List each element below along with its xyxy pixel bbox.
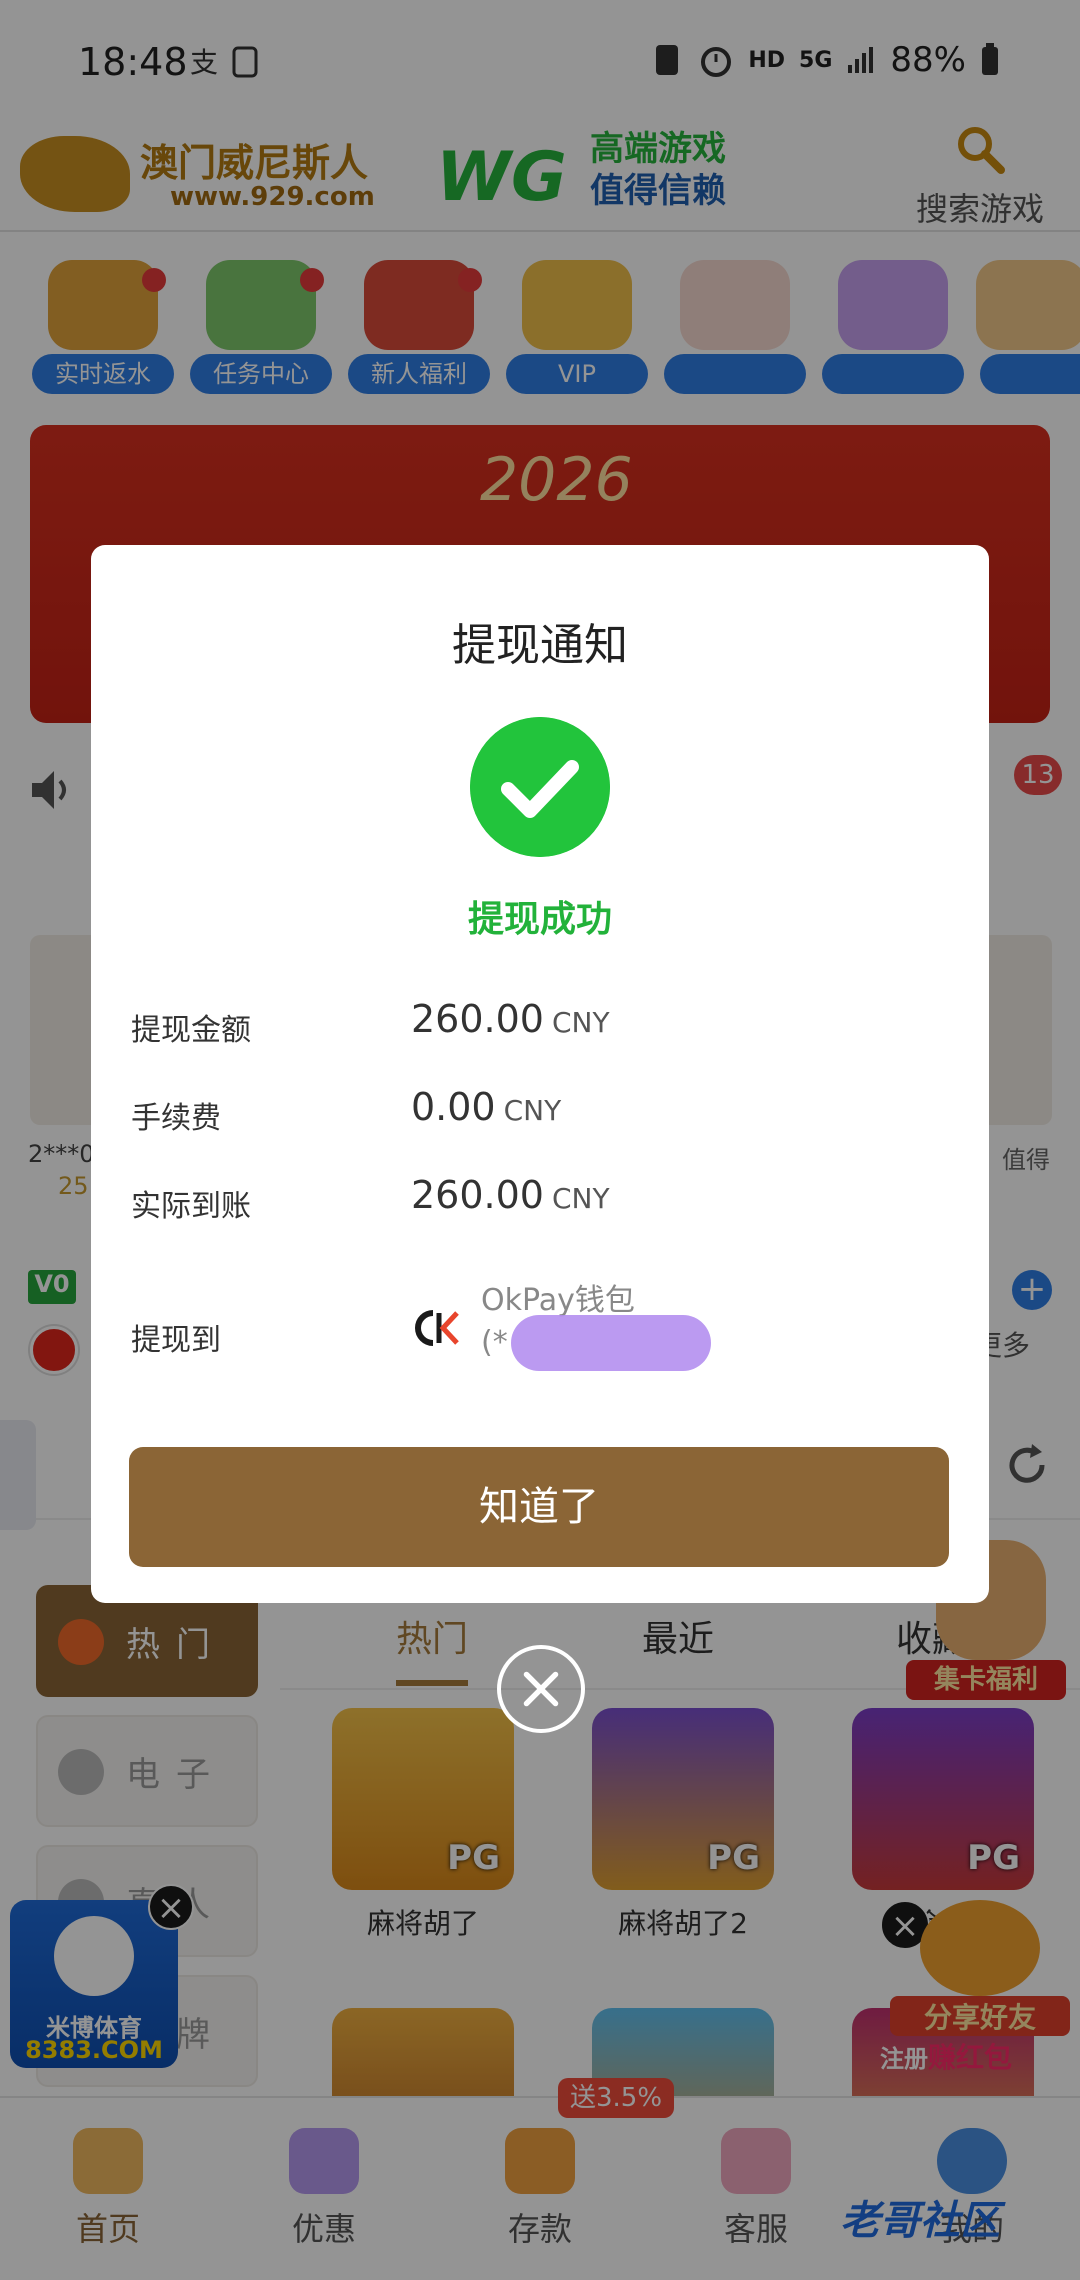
row-label: 提现到 [131,1323,221,1358]
success-check-icon [470,717,610,857]
close-dialog-button[interactable] [497,1645,585,1733]
okpay-logo-icon [415,1310,459,1346]
acknowledge-button[interactable]: 知道了 [129,1447,949,1567]
row-fee: 手续费 0.00 CNY [131,1085,951,1145]
dialog-title: 提现通知 [452,620,628,671]
amount-unit: CNY [551,1006,610,1039]
amount-value: 0.00 [411,1085,496,1129]
row-label: 提现金额 [131,1013,251,1048]
row-amount: 260.00 CNY [411,1173,610,1217]
row-amount: 260.00 CNY [411,997,610,1041]
row-withdraw-amount: 提现金额 260.00 CNY [131,997,951,1057]
withdraw-notice-dialog: 提现通知 提现成功 提现金额 260.00 CNY 手续费 0.00 CNY 实际到… [91,545,989,1603]
row-destination: 提现到 OkPay钱包 (* [131,1275,951,1405]
amount-unit: CNY [551,1182,610,1215]
row-label: 实际到账 [131,1189,251,1224]
redaction-mark [511,1315,711,1371]
withdraw-status: 提现成功 [467,899,612,940]
destination-name: OkPay钱包 [481,1283,635,1318]
amount-unit: CNY [503,1094,562,1127]
row-amount: 0.00 CNY [411,1085,561,1129]
row-received: 实际到账 260.00 CNY [131,1173,951,1233]
amount-value: 260.00 [411,1173,544,1217]
destination-account: (* [481,1325,508,1360]
amount-value: 260.00 [411,997,544,1041]
row-label: 手续费 [131,1101,221,1136]
